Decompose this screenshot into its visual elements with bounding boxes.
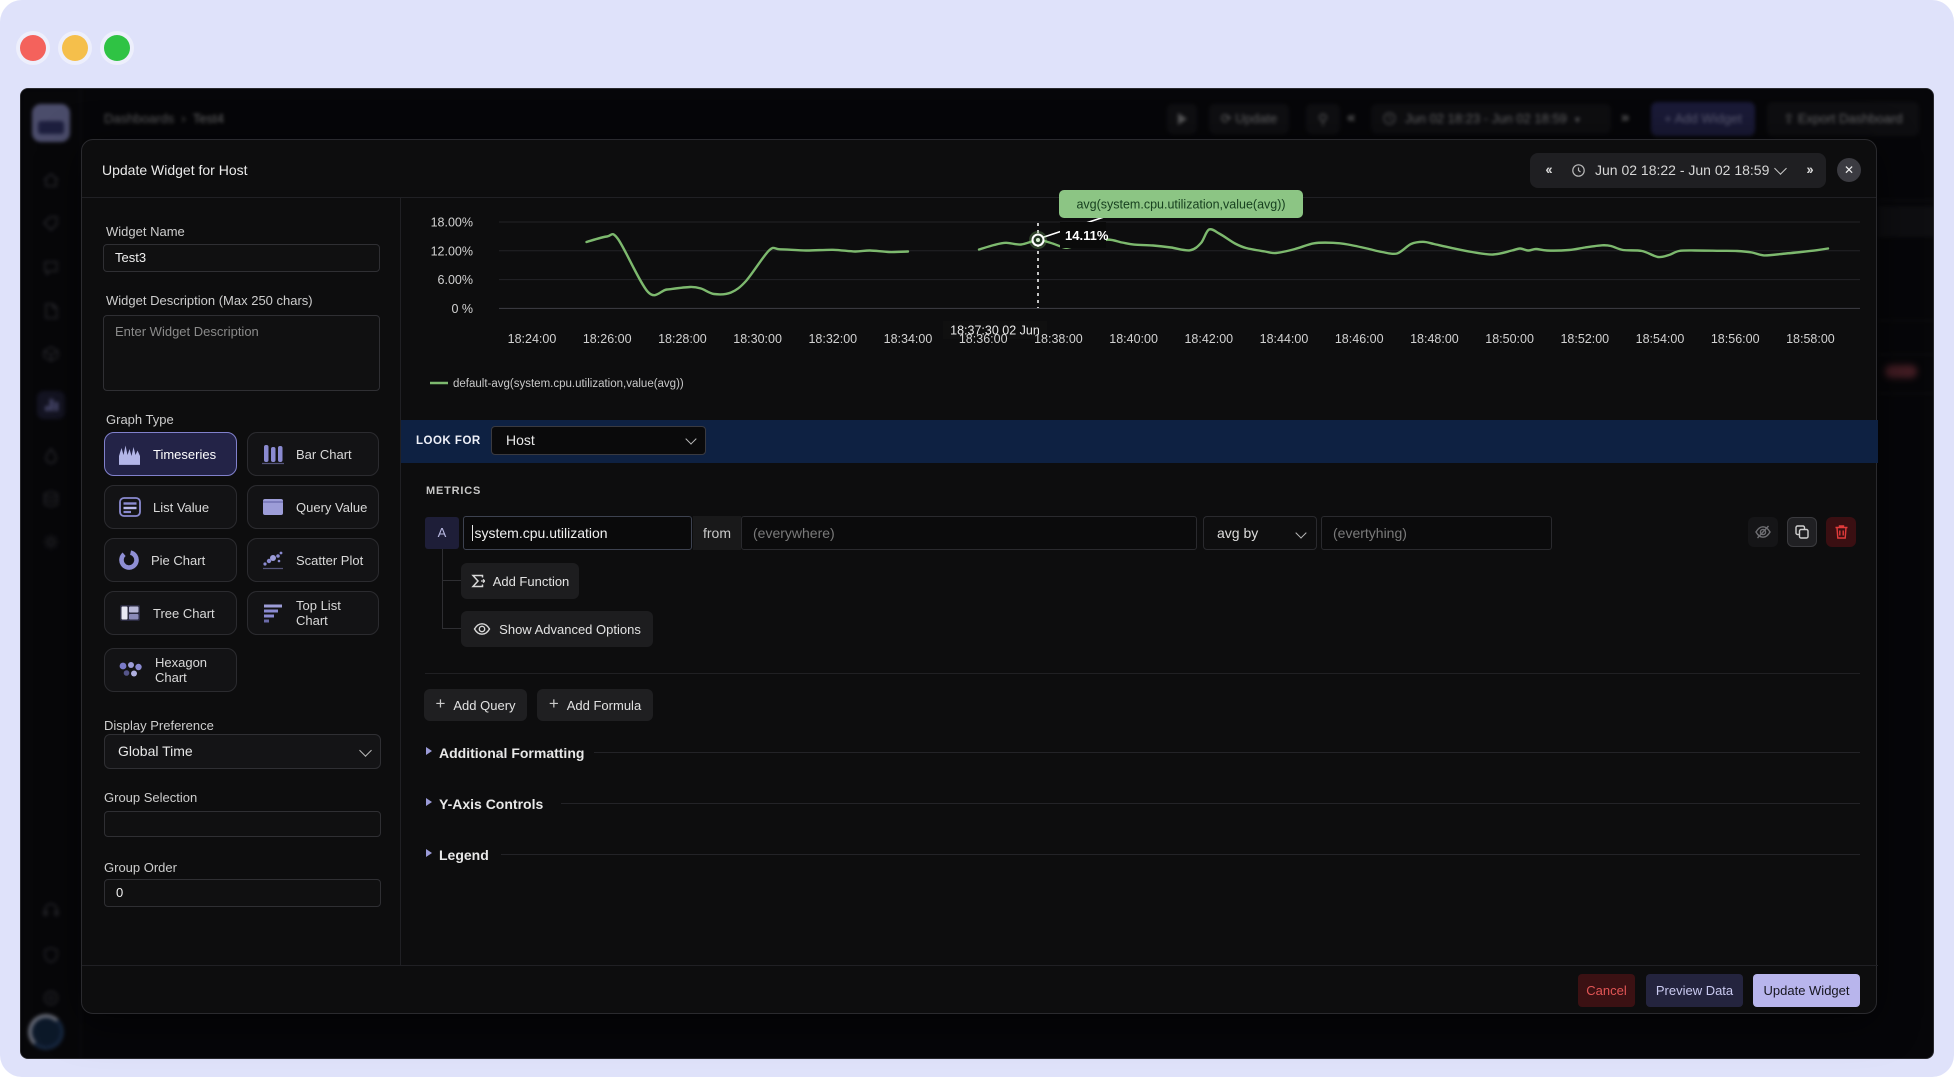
svg-text:18:42:00: 18:42:00 [1184,332,1233,346]
svg-text:14.11%: 14.11% [1065,228,1109,243]
svg-text:6.00%: 6.00% [438,273,473,287]
svg-text:18:50:00: 18:50:00 [1485,332,1534,346]
svg-text:18:54:00: 18:54:00 [1636,332,1685,346]
svg-text:18:44:00: 18:44:00 [1260,332,1309,346]
svg-text:18:26:00: 18:26:00 [583,332,632,346]
svg-text:18:34:00: 18:34:00 [884,332,933,346]
svg-text:18:56:00: 18:56:00 [1711,332,1760,346]
svg-text:0 %: 0 % [451,302,473,316]
svg-text:18:30:00: 18:30:00 [733,332,782,346]
svg-text:18:28:00: 18:28:00 [658,332,707,346]
svg-text:18:58:00: 18:58:00 [1786,332,1835,346]
svg-text:18:38:00: 18:38:00 [1034,332,1083,346]
svg-text:18:36:00: 18:36:00 [959,332,1008,346]
svg-text:18:40:00: 18:40:00 [1109,332,1158,346]
svg-text:18:24:00: 18:24:00 [508,332,557,346]
svg-text:avg(system.cpu.utilization,val: avg(system.cpu.utilization,value(avg)) [1076,198,1285,212]
svg-text:default-avg(system.cpu.utiliza: default-avg(system.cpu.utilization,value… [453,378,684,390]
svg-text:18.00%: 18.00% [431,216,473,230]
svg-text:12.00%: 12.00% [431,244,473,258]
svg-text:18:46:00: 18:46:00 [1335,332,1384,346]
svg-text:18:48:00: 18:48:00 [1410,332,1459,346]
svg-text:18:52:00: 18:52:00 [1560,332,1609,346]
svg-text:18:32:00: 18:32:00 [808,332,857,346]
